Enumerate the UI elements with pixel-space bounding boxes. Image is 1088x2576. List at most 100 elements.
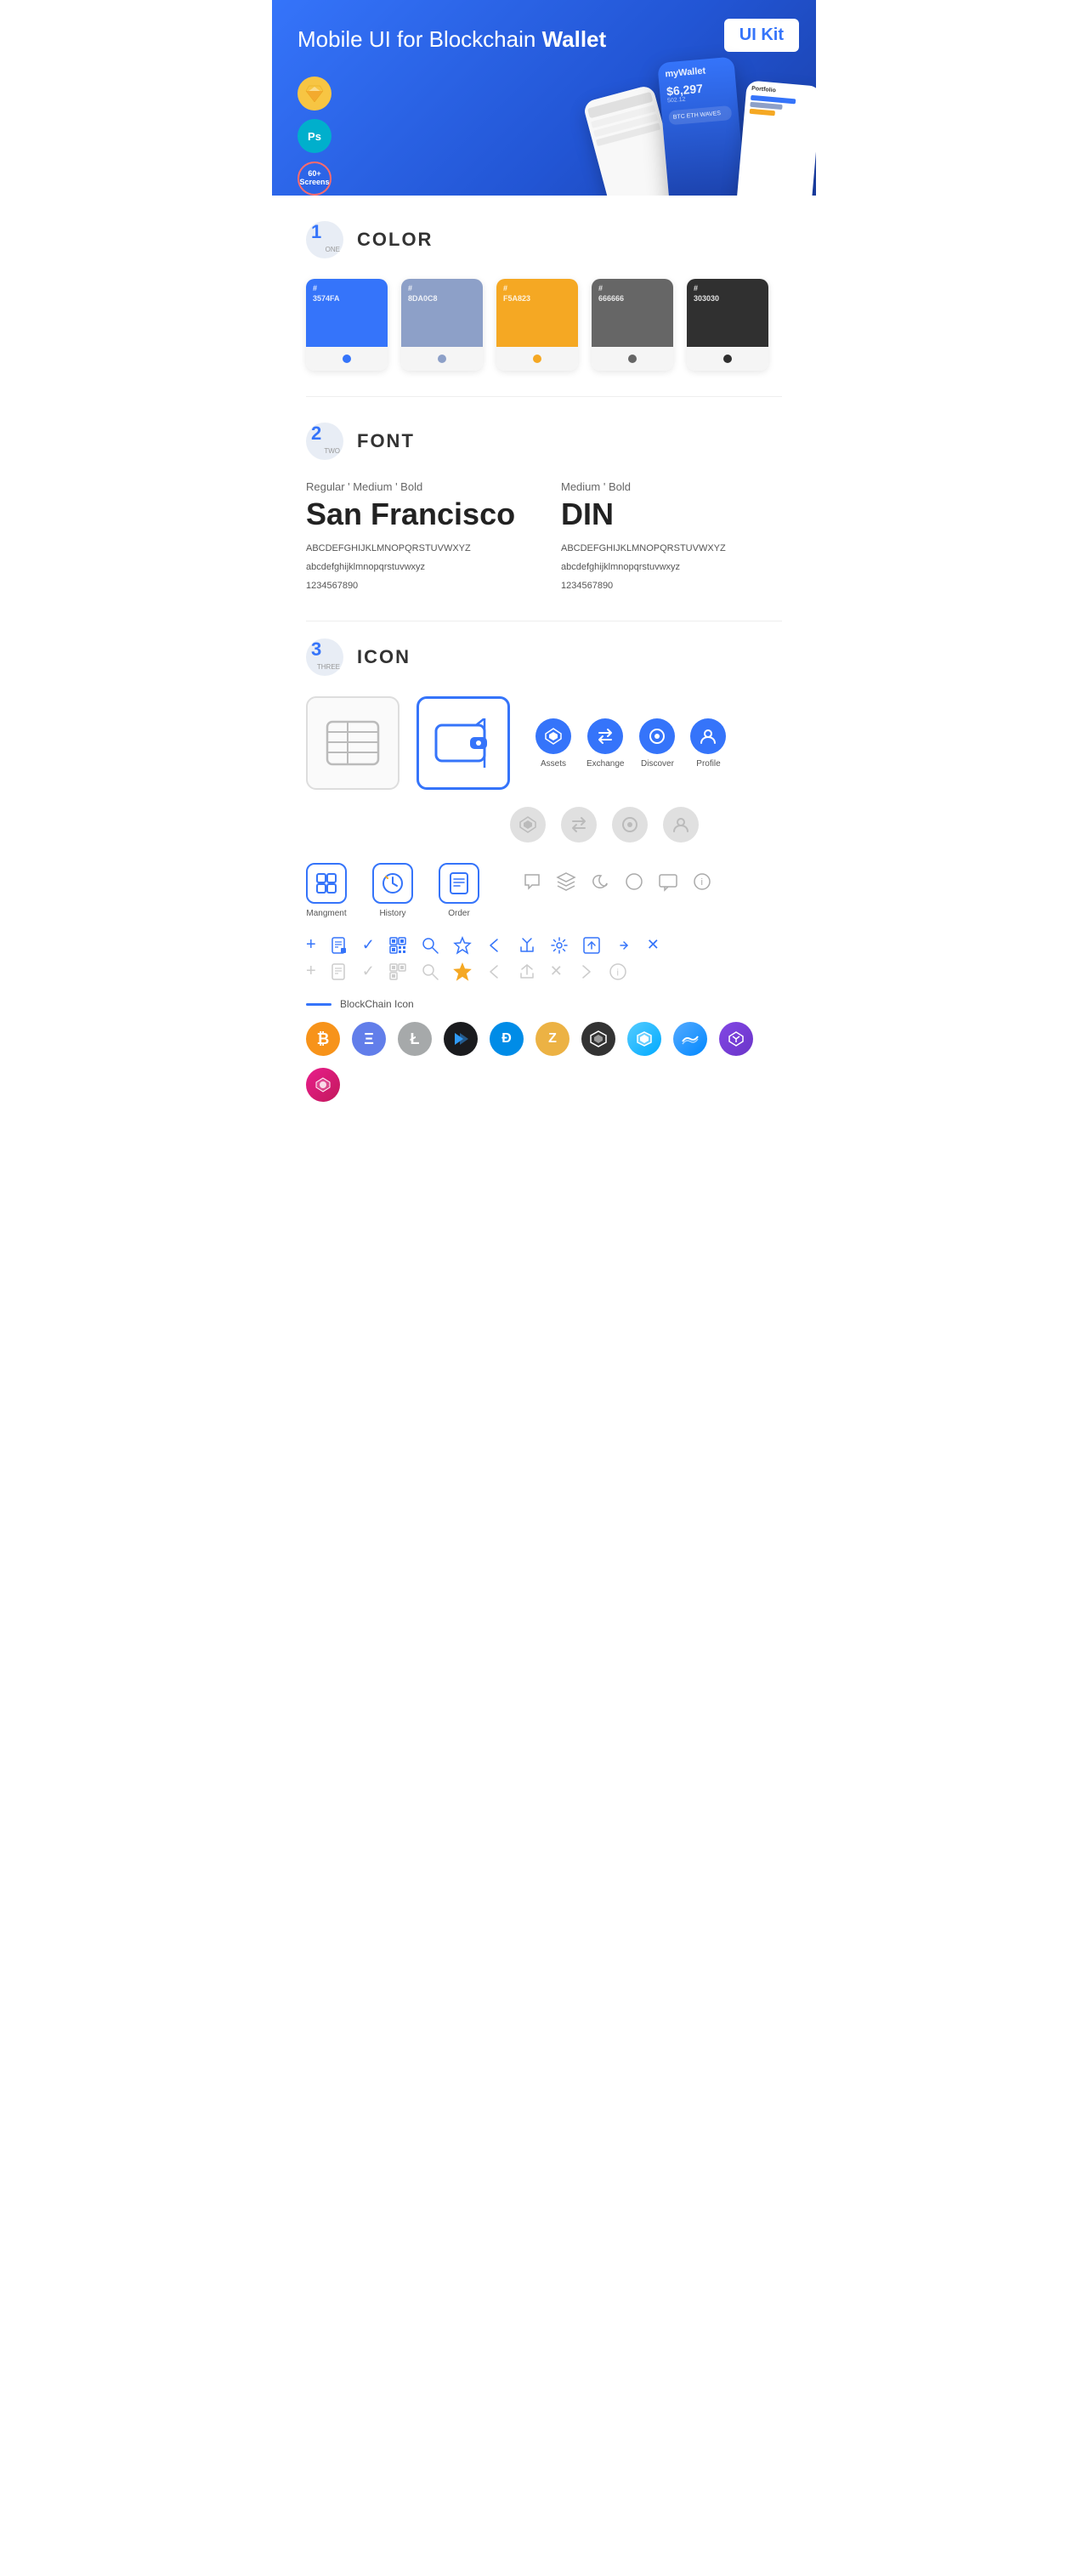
- screens-badge: 60+Screens: [298, 162, 332, 196]
- forward-icon-gray: [576, 962, 595, 981]
- search-icon: [421, 936, 439, 955]
- icon-wallet-row: Assets Exchange: [306, 696, 782, 790]
- wallet-filled-icon: [416, 696, 510, 790]
- star-icon-orange: [453, 962, 472, 981]
- phone-center: myWallet $6,297 502.12 BTC ETH WAVES: [657, 56, 746, 196]
- status-icon: [627, 1022, 661, 1056]
- speech-bubble-icon: [522, 871, 542, 892]
- close-icon: ✕: [647, 936, 660, 954]
- grid-icon: [581, 1022, 615, 1056]
- tab-icons-gray-row: [510, 807, 782, 843]
- bc-line: [306, 1003, 332, 1006]
- matic-icon: [719, 1022, 753, 1056]
- history-icon: [372, 863, 413, 904]
- qr-icon: [388, 936, 407, 955]
- doc-edit-icon: [330, 936, 348, 955]
- assets-icon-gray: [510, 807, 546, 843]
- font-col-din: Medium ' Bold DIN ABCDEFGHIJKLMNOPQRSTUV…: [561, 480, 782, 595]
- tool-icons-row-1: + ✓ ✕: [306, 935, 782, 955]
- font-row: Regular ' Medium ' Bold San Francisco AB…: [306, 480, 782, 595]
- back-icon-gray: [485, 962, 504, 981]
- x-icon-gray: ✕: [550, 962, 563, 980]
- hero-title: Mobile UI for Blockchain Wallet: [298, 26, 790, 54]
- svg-text:i: i: [616, 967, 618, 978]
- circle-icon: [624, 871, 644, 892]
- dash-icon: Đ: [490, 1022, 524, 1056]
- color-section: 1 ONE COLOR # 3574FA # 8DA0C8 # F5A823 #…: [272, 196, 816, 396]
- share-icon-gray: [518, 962, 536, 981]
- discover-label: Discover: [641, 759, 674, 769]
- eth-icon: Ξ: [352, 1022, 386, 1056]
- font-section: 2 TWO FONT Regular ' Medium ' Bold San F…: [272, 397, 816, 621]
- check-icon-gray: ✓: [362, 962, 375, 980]
- exchange-label: Exchange: [586, 759, 624, 769]
- font-section-title: FONT: [357, 430, 415, 452]
- discover-icon: [639, 718, 675, 754]
- color-section-num: 1 ONE: [306, 221, 343, 258]
- color-card-mid-gray: # 666666: [592, 279, 673, 371]
- exchange-icon-gray: [561, 807, 597, 843]
- chat-box-icon: [658, 871, 678, 892]
- ps-badge: Ps: [298, 119, 332, 153]
- color-card-gray-blue: # 8DA0C8: [401, 279, 483, 371]
- expand-icon: [615, 936, 633, 955]
- tab-exchange: Exchange: [586, 718, 624, 769]
- color-section-title: COLOR: [357, 229, 433, 251]
- misc-icons-row: i: [522, 871, 712, 892]
- ltc-icon: Ł: [398, 1022, 432, 1056]
- tab-icons-row: Assets Exchange: [536, 718, 726, 769]
- font-col-san-francisco: Regular ' Medium ' Bold San Francisco AB…: [306, 480, 527, 595]
- tab-profile: Profile: [690, 718, 726, 769]
- qr-icon-gray: [388, 962, 407, 981]
- search-icon-gray: [421, 962, 439, 981]
- layers-icon: [556, 871, 576, 892]
- icon-section-title: ICON: [357, 646, 411, 668]
- assets-icon: [536, 718, 571, 754]
- color-card-orange: # F5A823: [496, 279, 578, 371]
- check-icon: ✓: [362, 936, 375, 954]
- back-icon: [485, 936, 504, 955]
- app-icons-row: Mangment History: [306, 863, 782, 918]
- zcash-icon: Z: [536, 1022, 570, 1056]
- order-icon: [439, 863, 479, 904]
- management-icon-group: Mangment: [306, 863, 347, 918]
- management-icon: [306, 863, 347, 904]
- order-label: Order: [448, 909, 470, 918]
- management-label: Mangment: [306, 909, 346, 918]
- order-icon-group: Order: [439, 863, 479, 918]
- bc-text: BlockChain Icon: [340, 998, 414, 1010]
- upload-icon: [582, 936, 601, 955]
- fantom-icon: [306, 1068, 340, 1102]
- tab-assets: Assets: [536, 718, 571, 769]
- color-section-header: 1 ONE COLOR: [306, 221, 782, 258]
- doc-edit-icon-gray: [330, 962, 348, 981]
- exchange-icon: [587, 718, 623, 754]
- assets-label: Assets: [541, 759, 566, 769]
- icon-section-header: 3 THREE ICON: [306, 638, 782, 676]
- color-row: # 3574FA # 8DA0C8 # F5A823 # 666666 # 30…: [306, 279, 782, 371]
- discover-icon-gray: [612, 807, 648, 843]
- btcp-icon: [444, 1022, 478, 1056]
- plus-icon: +: [306, 935, 316, 955]
- hero-section: Mobile UI for Blockchain Wallet UI Kit P…: [272, 0, 816, 196]
- share-icon: [518, 936, 536, 955]
- crypto-icons-row: ₿ Ξ Ł Đ Z: [306, 1022, 782, 1102]
- icon-section: 3 THREE ICON: [272, 621, 816, 1127]
- color-card-dark: # 303030: [687, 279, 768, 371]
- btc-icon: ₿: [306, 1022, 340, 1056]
- profile-icon: [690, 718, 726, 754]
- star-icon: [453, 936, 472, 955]
- moon-icon: [590, 871, 610, 892]
- settings-icon: [550, 936, 569, 955]
- waves-icon: [673, 1022, 707, 1056]
- history-label: History: [379, 909, 405, 918]
- sketch-badge: [298, 77, 332, 111]
- tab-discover: Discover: [639, 718, 675, 769]
- info-icon: i: [692, 871, 712, 892]
- profile-icon-gray: [663, 807, 699, 843]
- info-icon-gray: i: [609, 962, 627, 981]
- ui-kit-badge: UI Kit: [724, 19, 799, 52]
- blockchain-label-row: BlockChain Icon: [306, 998, 782, 1010]
- wallet-grid-icon: [306, 696, 400, 790]
- svg-text:i: i: [701, 877, 703, 888]
